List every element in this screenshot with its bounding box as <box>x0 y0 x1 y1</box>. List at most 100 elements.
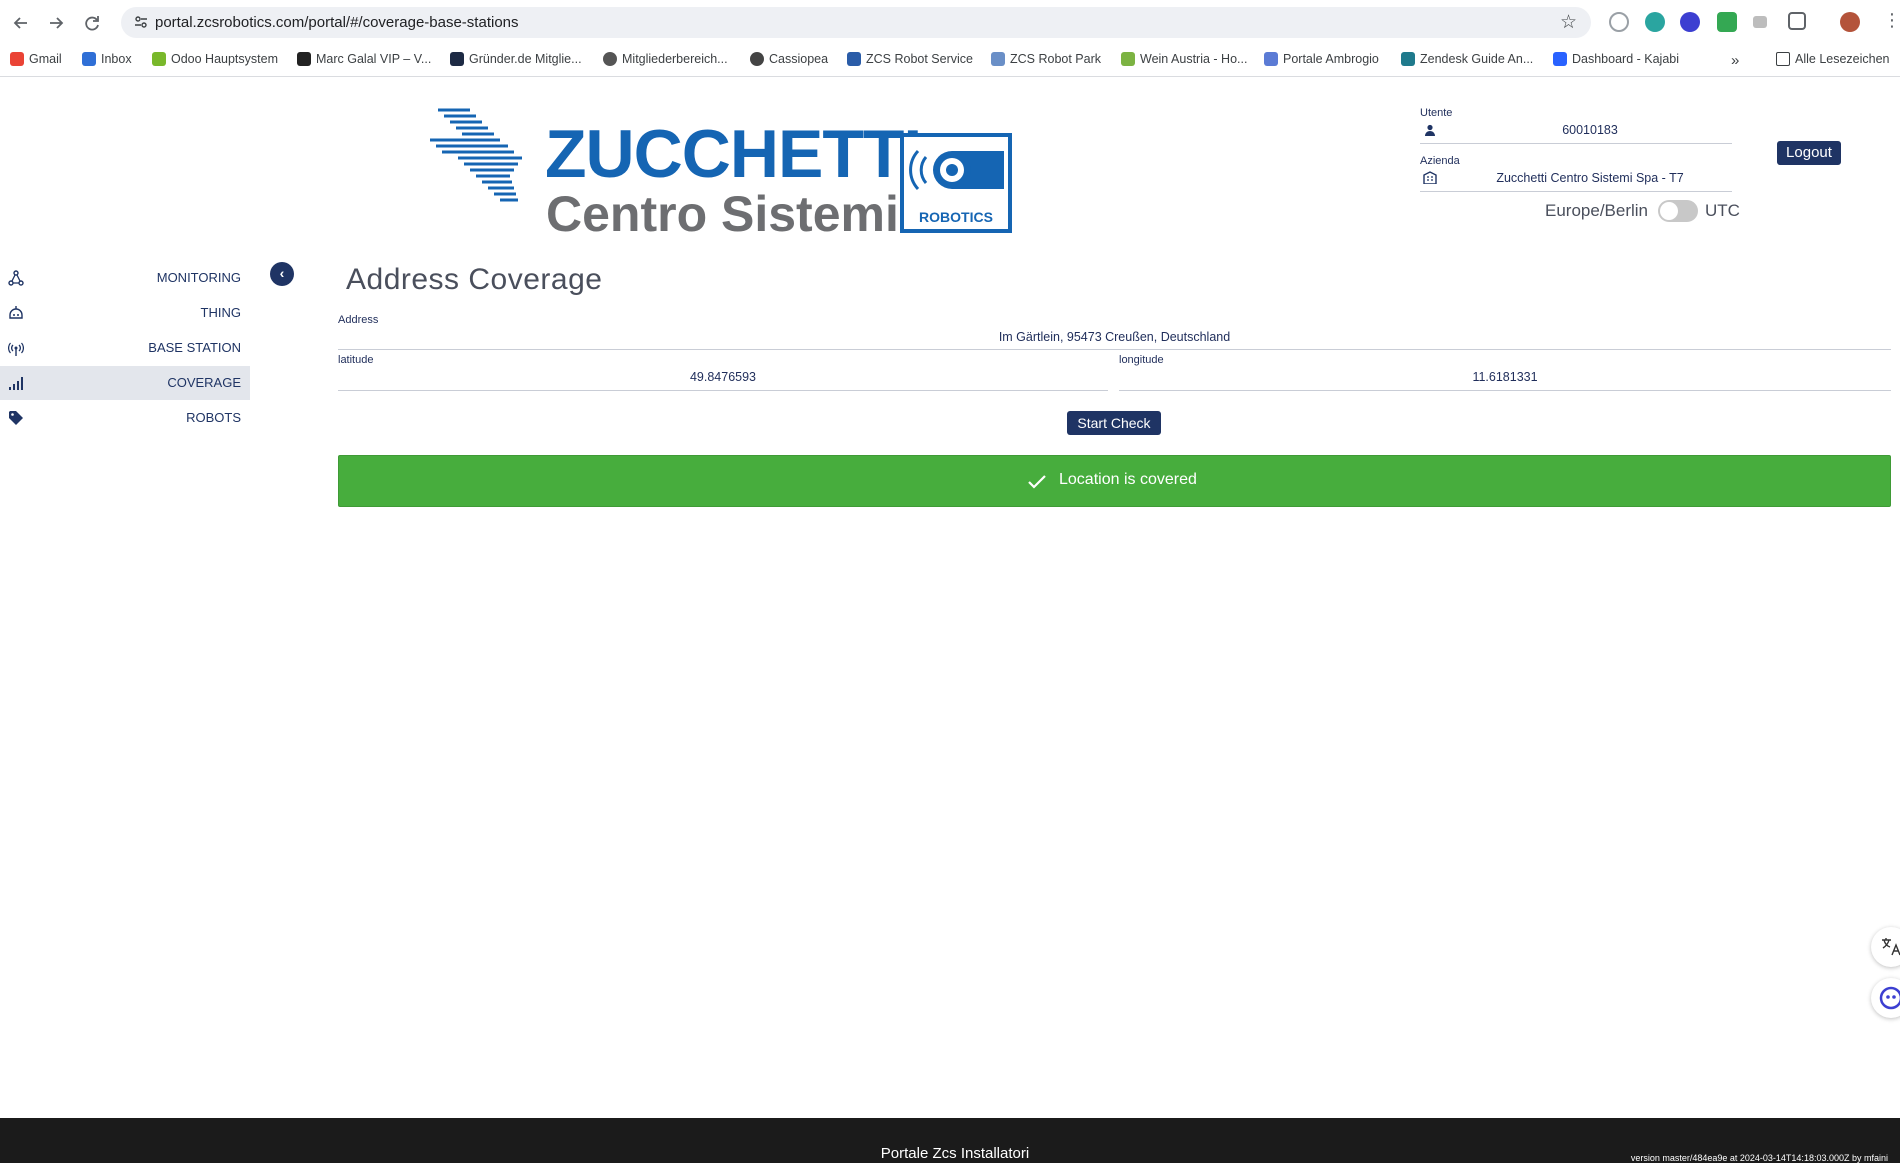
longitude-input[interactable]: 11.6181331 <box>1119 370 1891 384</box>
address-label: Address <box>338 314 379 326</box>
bookmark-item[interactable]: Odoo Hauptsystem <box>152 52 278 66</box>
bookmark-item[interactable]: ZCS Robot Park <box>991 52 1101 66</box>
latitude-label: latitude <box>338 354 374 366</box>
kebab-menu-icon[interactable]: ⋮ <box>1883 10 1900 31</box>
user-value: 60010183 <box>1562 123 1618 137</box>
start-check-button[interactable]: Start Check <box>1067 411 1161 435</box>
logo-wordmark: ZUCCHETTI <box>545 116 922 192</box>
company-value: Zucchetti Centro Sistemi Spa - T7 <box>1496 171 1684 185</box>
user-underline <box>1420 143 1732 144</box>
user-icon <box>1424 123 1436 136</box>
timezone-local-label: Europe/Berlin <box>1545 201 1649 220</box>
robot-icon <box>8 305 24 321</box>
bookmark-item[interactable]: Gmail <box>10 52 62 66</box>
m-icon <box>297 52 311 66</box>
address-bar[interactable]: portal.zcsrobotics.com/portal/#/coverage… <box>121 7 1591 38</box>
forward-arrow-icon[interactable] <box>45 12 67 34</box>
kajabi-icon <box>1553 52 1567 66</box>
latitude-input[interactable]: 49.8476593 <box>338 370 1108 384</box>
company-label: Azienda <box>1420 155 1460 167</box>
logout-button[interactable]: Logout <box>1777 141 1841 165</box>
address-underline <box>338 349 1891 350</box>
longitude-label: longitude <box>1119 354 1164 366</box>
zucchetti-logo-mark <box>430 106 522 206</box>
translate-icon <box>1882 938 1900 956</box>
url-text[interactable]: portal.zcsrobotics.com/portal/#/coverage… <box>155 14 519 31</box>
sidebar-item-label: MONITORING <box>156 270 241 285</box>
timezone-toggle[interactable] <box>1658 200 1698 222</box>
sidebar-item-label: BASE STATION <box>148 340 241 355</box>
sidebar-item-label: THING <box>200 305 241 320</box>
bookmark-item[interactable]: Dashboard - Kajabi <box>1553 52 1679 66</box>
bookmark-item[interactable]: Inbox <box>82 52 132 66</box>
bookmark-item[interactable]: ZCS Robot Service <box>847 52 973 66</box>
latitude-underline <box>338 390 1108 391</box>
address-input[interactable]: Im Gärtlein, 95473 Creußen, Deutschland <box>338 330 1891 344</box>
building-icon <box>1423 171 1437 185</box>
zendesk-icon <box>1401 52 1415 66</box>
translate-widget[interactable] <box>1871 927 1900 967</box>
gruender-icon <box>450 52 464 66</box>
back-arrow-icon[interactable] <box>10 12 32 34</box>
folder-icon <box>1776 52 1790 66</box>
profile-avatar[interactable] <box>1840 12 1860 32</box>
tag-icon <box>8 410 24 426</box>
extension-icon[interactable] <box>1645 12 1665 32</box>
robotics-badge-text: ROBOTICS <box>919 209 993 225</box>
zcs-icon <box>847 52 861 66</box>
coverage-result-banner: Location is covered <box>338 455 1891 507</box>
bookmarks-bar: Gmail Inbox Odoo Hauptsystem Marc Galal … <box>0 45 1900 77</box>
footer-version: version master/484ea9e at 2024-03-14T14:… <box>1630 1153 1888 1163</box>
bookmark-item[interactable]: Mitgliederbereich... <box>603 52 728 66</box>
extension-icon[interactable] <box>1680 12 1700 32</box>
sidebar-item-coverage[interactable]: COVERAGE <box>0 366 250 400</box>
assistant-widget[interactable] <box>1871 978 1900 1018</box>
checkmark-icon <box>1027 473 1047 491</box>
robotics-gear-icon <box>909 149 1004 191</box>
sidebar-item-robots[interactable]: ROBOTS <box>0 401 250 435</box>
coverage-result-text: Location is covered <box>1059 471 1197 488</box>
bookmark-item[interactable]: Wein Austria - Ho... <box>1121 52 1247 66</box>
logo-subtitle: Centro Sistemi <box>546 186 899 242</box>
sidebar-item-label: COVERAGE <box>167 375 241 390</box>
extension-icon[interactable] <box>1753 16 1767 28</box>
user-label: Utente <box>1420 107 1453 119</box>
page-title: Address Coverage <box>346 263 603 296</box>
all-bookmarks-folder[interactable]: Alle Lesezeichen <box>1776 52 1890 66</box>
puzzle-icon[interactable] <box>1788 12 1806 30</box>
shopify-icon <box>1121 52 1135 66</box>
robotics-badge: ROBOTICS <box>900 133 1012 233</box>
signal-bars-icon <box>8 375 24 391</box>
gmail-icon <box>10 52 24 66</box>
bookmark-item[interactable]: Gründer.de Mitglie... <box>450 52 582 66</box>
footer: Portale Zcs Installatori version master/… <box>0 1118 1900 1163</box>
ambrogio-icon <box>1264 52 1278 66</box>
sidebar-item-label: ROBOTS <box>186 410 241 425</box>
toggle-knob <box>1660 202 1678 220</box>
globe-icon <box>603 52 617 66</box>
timezone-utc-label: UTC <box>1705 201 1740 220</box>
reload-icon[interactable] <box>81 12 103 34</box>
sidebar-collapse-button[interactable]: ‹ <box>270 262 294 286</box>
bookmark-item[interactable]: Marc Galal VIP – V... <box>297 52 431 66</box>
company-underline <box>1420 191 1732 192</box>
sidebar-item-base-station[interactable]: BASE STATION <box>0 331 250 365</box>
bookmark-item[interactable]: Cassiopea <box>750 52 828 66</box>
bookmark-item[interactable]: Portale Ambrogio <box>1264 52 1379 66</box>
inbox-icon <box>82 52 96 66</box>
zcs-icon <box>991 52 1005 66</box>
antenna-icon <box>8 340 24 356</box>
site-settings-icon[interactable] <box>133 14 149 30</box>
network-icon <box>8 270 24 286</box>
footer-title: Portale Zcs Installatori <box>880 1145 1030 1162</box>
odoo-icon <box>152 52 166 66</box>
bookmark-item[interactable]: Zendesk Guide An... <box>1401 52 1533 66</box>
sidebar-item-monitoring[interactable]: MONITORING <box>0 261 250 295</box>
browser-toolbar: portal.zcsrobotics.com/portal/#/coverage… <box>0 0 1900 45</box>
bookmarks-overflow-button[interactable]: » <box>1731 52 1739 69</box>
sidebar-item-thing[interactable]: THING <box>0 296 250 330</box>
extension-icon[interactable] <box>1609 12 1629 32</box>
bookmark-star-icon[interactable]: ☆ <box>1560 11 1577 34</box>
extension-icon[interactable] <box>1717 12 1737 32</box>
assistant-face-icon <box>1879 986 1900 1010</box>
